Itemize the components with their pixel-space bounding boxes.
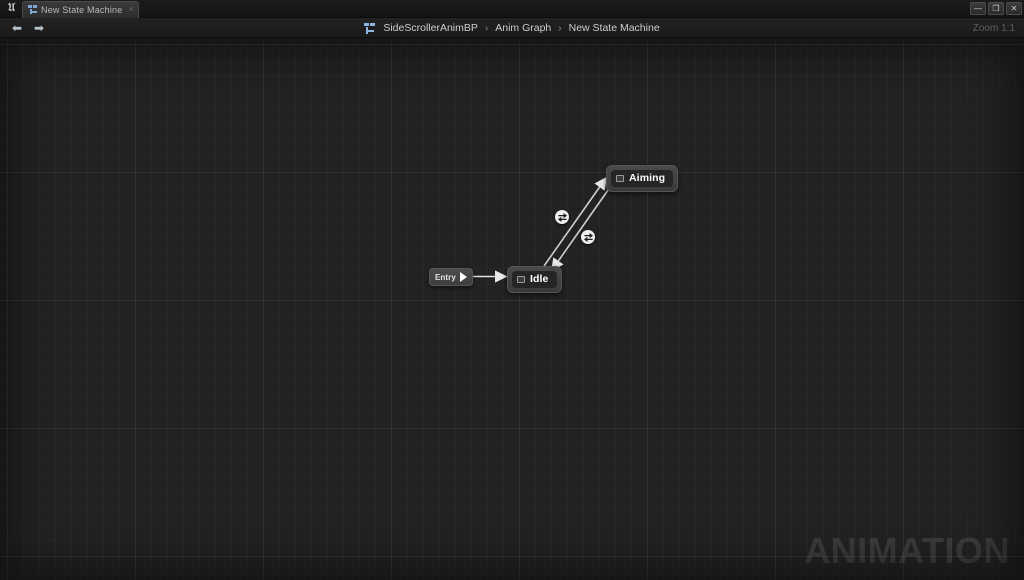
breadcrumb-separator: › [484, 22, 489, 34]
title-bar: 𝔘 New State Machine × — ❐ ✕ [0, 0, 1024, 18]
minimize-button[interactable]: — [970, 2, 986, 15]
tab-label: New State Machine [41, 4, 123, 15]
transition-rule-icon [583, 232, 593, 242]
unreal-animation-blueprint-window: 𝔘 New State Machine × — ❐ ✕ ⬅ ➡ SideScro… [0, 0, 1024, 580]
state-node-label: Idle [530, 273, 549, 285]
state-icon [517, 275, 525, 283]
state-node-label: Aiming [629, 172, 666, 184]
play-triangle-icon [459, 272, 467, 282]
anim-graph-icon [364, 22, 376, 34]
breadcrumb: SideScrollerAnimBP › Anim Graph › New St… [0, 18, 1024, 38]
breadcrumb-item-state-machine[interactable]: New State Machine [569, 22, 660, 34]
breadcrumb-item-blueprint[interactable]: SideScrollerAnimBP [383, 22, 478, 34]
tab-new-state-machine[interactable]: New State Machine × [22, 0, 139, 18]
entry-node-label: Entry [435, 272, 456, 282]
window-controls: — ❐ ✕ [970, 2, 1022, 15]
transition-rule-icon [557, 212, 567, 222]
unreal-engine-logo-icon: 𝔘 [7, 2, 15, 14]
state-machine-icon [28, 5, 37, 14]
maximize-button[interactable]: ❐ [988, 2, 1004, 15]
transition-rule-idle-to-aiming[interactable] [555, 210, 569, 224]
graph-type-watermark: ANIMATION [804, 530, 1010, 571]
back-arrow-icon[interactable]: ⬅ [10, 21, 24, 35]
wire-idle-to-aiming [543, 176, 607, 267]
transition-rule-aiming-to-idle[interactable] [581, 230, 595, 244]
entry-node[interactable]: Entry [429, 268, 473, 286]
transition-wires [466, 176, 614, 283]
wire-aiming-to-idle [551, 182, 614, 272]
state-node-idle[interactable]: Idle [507, 266, 562, 293]
forward-arrow-icon[interactable]: ➡ [32, 21, 46, 35]
state-node-aiming[interactable]: Aiming [606, 165, 679, 192]
close-icon[interactable]: × [126, 5, 133, 14]
zoom-level-label: Zoom 1:1 [972, 22, 1015, 34]
graph-toolbar: ⬅ ➡ SideScrollerAnimBP › Anim Graph › Ne… [0, 18, 1024, 38]
close-window-button[interactable]: ✕ [1006, 2, 1022, 15]
breadcrumb-separator: › [558, 22, 562, 34]
state-icon [616, 174, 624, 182]
breadcrumb-item-anim-graph[interactable]: Anim Graph [495, 22, 551, 34]
state-machine-graph-canvas[interactable]: Entry Idle Aiming ANIMATION [0, 38, 1024, 580]
